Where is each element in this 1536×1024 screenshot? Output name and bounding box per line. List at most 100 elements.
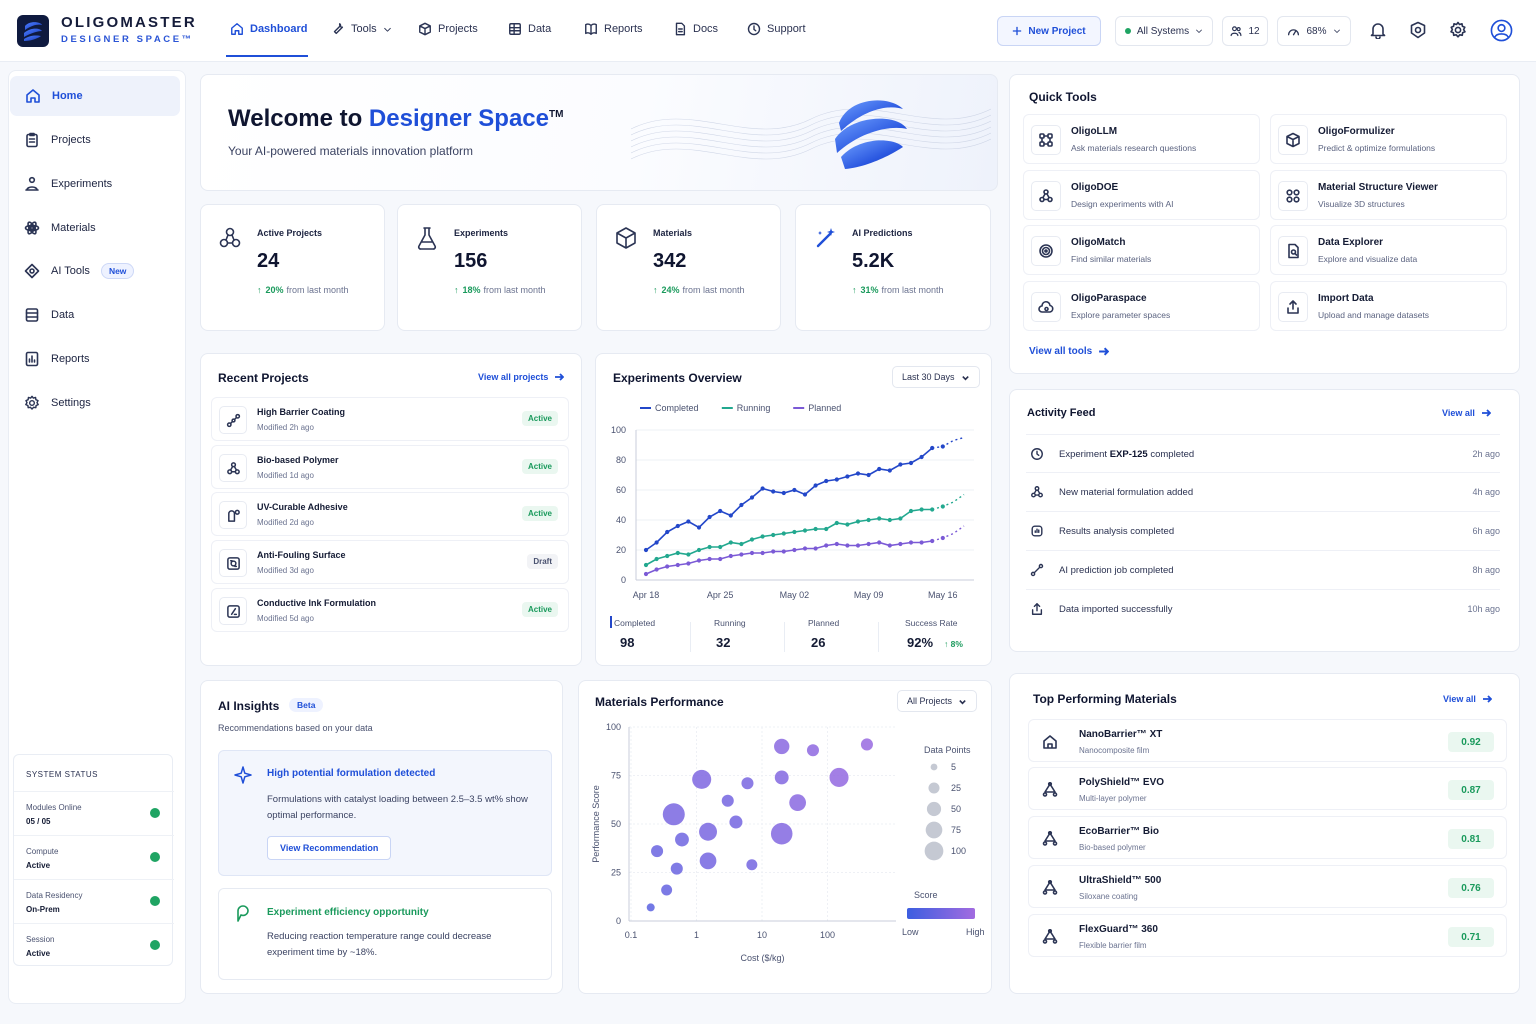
sidebar-item-projects[interactable]: Projects	[9, 120, 179, 160]
performance-button[interactable]: 68%	[1277, 16, 1351, 46]
nav-tools[interactable]: Tools	[331, 22, 392, 36]
top-header: OLIGOMASTER DESIGNER SPACE™ Dashboard To…	[0, 0, 1536, 62]
tool-data-explorer[interactable]: Data Explorer Explore and visualize data	[1270, 225, 1507, 275]
activity-time: 10h ago	[1467, 604, 1500, 614]
list-item[interactable]: Conductive Ink Formulation Modified 5d a…	[211, 588, 569, 632]
stat-card-experiments[interactable]: Experiments 156 ↑ 18% from last month	[397, 204, 582, 331]
activity-item[interactable]: Experiment EXP-125 completed 2h ago	[1026, 434, 1500, 473]
table-row[interactable]: PolyShield™ EVO Multi-layer polymer 0.87	[1028, 767, 1507, 810]
users-button[interactable]: 12	[1222, 16, 1268, 46]
activity-item[interactable]: New material formulation added 4h ago	[1026, 473, 1500, 512]
shield-icon[interactable]	[1409, 21, 1427, 39]
page-title: Welcome to Designer SpaceTM	[228, 105, 563, 133]
view-all-activity-link[interactable]: View all	[1442, 408, 1491, 418]
table-row[interactable]: FlexGuard™ 360 Flexible barrier film 0.7…	[1028, 914, 1507, 957]
materials-performance-title: Materials Performance	[595, 695, 724, 709]
data-point	[792, 529, 797, 535]
view-all-projects-link[interactable]: View all projects	[478, 372, 565, 382]
list-item[interactable]: High Barrier Coating Modified 2h ago Act…	[211, 397, 569, 441]
activity-item[interactable]: AI prediction job completed 8h ago	[1026, 551, 1500, 590]
score-badge: 0.71	[1448, 927, 1494, 947]
tool-oligoformulizer[interactable]: OligoFormulizer Predict & optimize formu…	[1270, 114, 1507, 164]
tool-oligodoe[interactable]: OligoDOE Design experiments with AI	[1023, 170, 1260, 220]
nav-docs[interactable]: Docs	[673, 22, 718, 36]
list-item[interactable]: Bio-based Polymer Modified 1d ago Active	[211, 445, 569, 489]
tool-icon	[1278, 125, 1308, 155]
data-point	[781, 490, 786, 496]
list-item[interactable]: UV-Curable Adhesive Modified 2d ago Acti…	[211, 492, 569, 536]
nav-projects[interactable]: Projects	[418, 22, 478, 36]
nav-reports[interactable]: Reports	[584, 22, 643, 36]
materials-scatter-chart: 0 25 50 75 100 0.1 1 10 100 Cost ($/kg) Performanc…	[591, 722, 985, 963]
scatter-point	[662, 803, 685, 826]
sidebar-item-settings[interactable]: Settings	[9, 383, 179, 423]
nav-data[interactable]: Data	[508, 22, 551, 36]
size-legend-marker	[928, 782, 940, 794]
material-name: PolyShield™ EVO	[1079, 777, 1165, 788]
new-project-button[interactable]: New Project	[997, 16, 1101, 46]
tool-oligoparaspace[interactable]: OligoParaspace Explore parameter spaces	[1023, 281, 1260, 331]
diamond-icon	[24, 263, 40, 279]
tool-material-structure-viewer[interactable]: Material Structure Viewer Visualize 3D s…	[1270, 170, 1507, 220]
data-point	[749, 537, 755, 542]
stat-card-active-projects[interactable]: Active Projects 24 ↑ 20% from last month	[200, 204, 385, 331]
project-name: UV-Curable Adhesive	[257, 502, 348, 512]
nav-support[interactable]: Support	[747, 22, 806, 36]
x-axis-label: Cost ($/kg)	[740, 953, 784, 963]
network-icon	[1039, 133, 1053, 147]
table-row[interactable]: EcoBarrier™ Bio Bio-based polymer 0.81	[1028, 816, 1507, 859]
data-point	[845, 522, 850, 527]
structure-icon	[1286, 189, 1300, 203]
nav-dashboard[interactable]: Dashboard	[230, 22, 307, 36]
systems-select[interactable]: All Systems	[1115, 16, 1213, 46]
home-icon	[26, 89, 40, 103]
project-filter-select[interactable]: All Projects	[897, 690, 978, 712]
oligomaster-logo	[17, 15, 49, 47]
page-subtitle: Your AI-powered materials innovation pla…	[228, 144, 474, 158]
list-item[interactable]: Anti-Fouling Surface Modified 3d ago Dra…	[211, 540, 569, 584]
activity-item[interactable]: Results analysis completed 6h ago	[1026, 512, 1500, 551]
view-all-materials-link[interactable]: View all	[1443, 694, 1492, 704]
sidebar-item-ai-tools[interactable]: AI Tools New	[9, 251, 179, 291]
welcome-banner: Welcome to Designer SpaceTM Your AI-powe…	[200, 74, 998, 191]
data-point	[739, 552, 744, 557]
chevron-down-icon	[383, 27, 391, 32]
tool-import-data[interactable]: Import Data Upload and manage datasets	[1270, 281, 1507, 331]
stat-change: ↑ 31% from last month	[852, 285, 944, 295]
tool-oligomatch[interactable]: OligoMatch Find similar materials	[1023, 225, 1260, 275]
project-meta: Modified 3d ago	[257, 566, 314, 575]
table-row[interactable]: NanoBarrier™ XT Nanocomposite film 0.92	[1028, 719, 1507, 762]
designer-space-logo	[835, 100, 907, 169]
stat-card-ai-predictions[interactable]: AI Predictions 5.2K ↑ 31% from last month	[795, 204, 991, 331]
status-label: Compute	[26, 847, 59, 856]
sidebar-item-label: Projects	[51, 134, 91, 146]
status-badge: Active	[521, 506, 558, 521]
date-range-select[interactable]: Last 30 Days	[892, 366, 980, 388]
sidebar-item-experiments[interactable]: Experiments	[9, 164, 179, 204]
polymer-icon	[1042, 782, 1058, 797]
sidebar-item-home[interactable]: Home	[10, 76, 180, 116]
target-icon	[1039, 244, 1053, 258]
gear-icon[interactable]	[1449, 21, 1467, 39]
user-avatar-icon[interactable]	[1490, 19, 1513, 42]
view-recommendation-button[interactable]: View Recommendation	[267, 836, 392, 860]
scatter-point	[651, 845, 664, 858]
series-line	[645, 508, 933, 566]
data-point	[696, 558, 702, 563]
sidebar-item-label: Data	[51, 309, 75, 321]
data-point	[940, 504, 945, 509]
table-row[interactable]: UltraShield™ 500 Siloxane coating 0.76	[1028, 865, 1507, 908]
summary-label: Success Rate	[905, 618, 958, 628]
sidebar-item-materials[interactable]: Materials	[9, 208, 179, 248]
stat-card-materials[interactable]: Materials 342 ↑ 24% from last month	[596, 204, 781, 331]
sidebar-item-data[interactable]: Data	[9, 295, 179, 335]
bell-icon[interactable]	[1369, 21, 1387, 39]
activity-item[interactable]: Data imported successfully 10h ago	[1026, 590, 1500, 629]
legend-label: Completed	[655, 403, 699, 413]
view-all-tools-link[interactable]: View all tools	[1029, 346, 1110, 357]
forecast-line	[932, 436, 965, 449]
data-point	[654, 540, 659, 545]
upload-icon	[1031, 603, 1043, 615]
tool-oligollm[interactable]: OligoLLM Ask materials research question…	[1023, 114, 1260, 164]
sidebar-item-reports[interactable]: Reports	[9, 339, 179, 379]
